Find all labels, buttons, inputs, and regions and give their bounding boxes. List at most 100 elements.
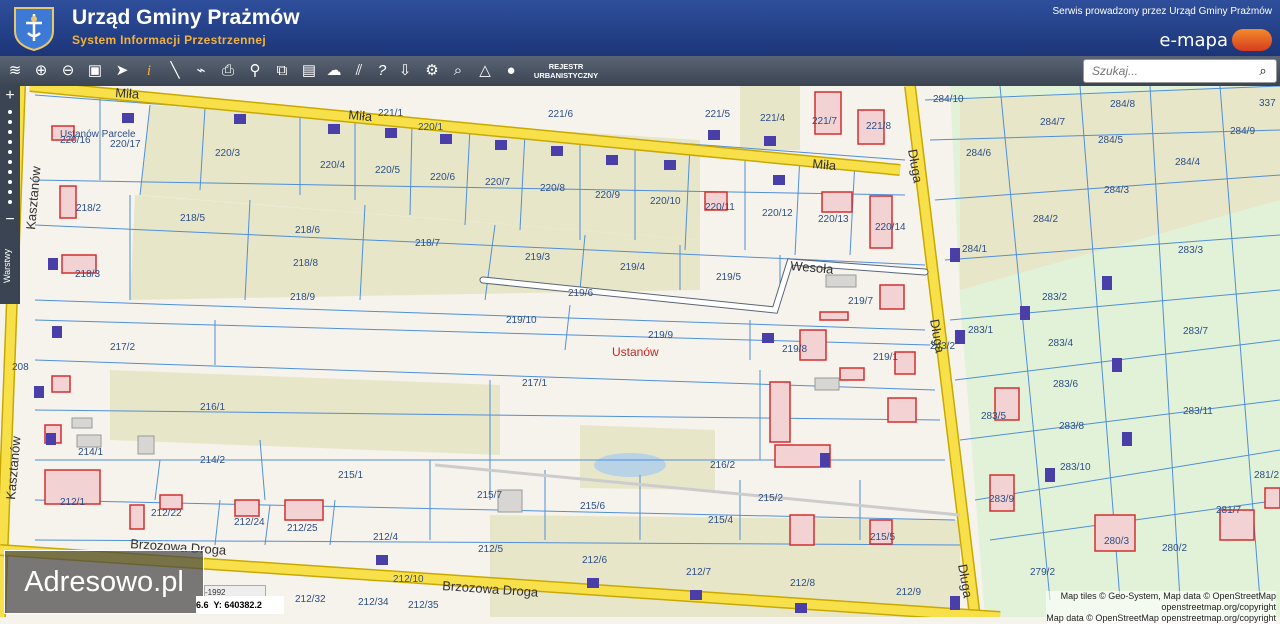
cloud-icon[interactable]: ☁: [323, 60, 345, 82]
pond: [594, 453, 666, 477]
parcel-label: 283/10: [1060, 462, 1091, 473]
layers-icon[interactable]: ≋: [4, 60, 26, 82]
zoom-level-dot[interactable]: [8, 110, 12, 114]
parcel-label: 219/5: [716, 272, 741, 283]
zoom-level-dot[interactable]: [8, 140, 12, 144]
download-icon[interactable]: ⇩: [394, 60, 416, 82]
attribution-line[interactable]: Map tiles © Geo-System, Map data © OpenS…: [1046, 591, 1276, 602]
pin-icon[interactable]: ⚲: [244, 60, 266, 82]
parcel-label: 220/6: [430, 172, 455, 183]
zoom-out-icon[interactable]: ⊖: [57, 60, 79, 82]
zoom-region-icon[interactable]: ⌕: [447, 60, 469, 82]
parcel-label: 221/4: [760, 113, 785, 124]
parcel-label: 284/6: [966, 148, 991, 159]
parcel-label: 243/2: [930, 341, 955, 352]
rejestr-urbanistyczny-button[interactable]: REJESTR URBANISTYCZNY: [530, 62, 602, 80]
parcel-label: 220/9: [595, 190, 620, 201]
parcel-label: 219/6: [568, 288, 593, 299]
zoom-level-dot[interactable]: [8, 180, 12, 184]
brand-name[interactable]: e-mapa: [1159, 30, 1228, 51]
zoom-level-dot[interactable]: [8, 150, 12, 154]
measure-line-icon[interactable]: ╲: [164, 60, 186, 82]
map-attribution: Map tiles © Geo-System, Map data © OpenS…: [1046, 591, 1276, 624]
parcel-label: 280/2: [1162, 543, 1187, 554]
zoom-in-icon[interactable]: ⊕: [30, 60, 52, 82]
info-icon[interactable]: i: [138, 60, 160, 82]
parcel-label: 212/24: [234, 517, 265, 528]
parcel-label: 212/8: [790, 578, 815, 589]
layers-tab[interactable]: Warstwy: [2, 236, 18, 296]
parcel-label: 212/4: [373, 532, 398, 543]
measure-area-icon[interactable]: ⌁: [190, 60, 212, 82]
full-extent-icon[interactable]: ▣: [84, 60, 106, 82]
parcel-label: 280/3: [1104, 536, 1129, 547]
parcel-label: 220/14: [875, 222, 906, 233]
parcel-label: 218/2: [76, 203, 101, 214]
parcel-label: 221/7: [812, 116, 837, 127]
x-coordinate: 6.6: [196, 600, 209, 610]
settings-icon[interactable]: ⚙: [421, 60, 443, 82]
street-label: Miła: [812, 156, 838, 173]
parcel-label: 283/11: [1183, 406, 1213, 417]
parcel-label: 217/1: [522, 378, 547, 389]
parcel-label: 221/5: [705, 109, 730, 120]
zoom-out-button[interactable]: −: [2, 212, 18, 228]
parcel-label: 283/8: [1059, 421, 1084, 432]
hatch-icon[interactable]: ⫽: [348, 60, 370, 82]
warning-icon[interactable]: △: [474, 60, 496, 82]
search-input[interactable]: [1090, 62, 1254, 80]
parcel-label: 283/4: [1048, 338, 1073, 349]
help-icon[interactable]: ?: [371, 60, 393, 82]
user-icon[interactable]: ●: [500, 60, 522, 82]
parcel-label: 212/10: [393, 574, 424, 585]
parcel-label: 212/5: [478, 544, 503, 555]
parcel-label: 281/2: [1254, 470, 1279, 481]
print-icon[interactable]: ⎙: [217, 60, 239, 82]
parcel-label: 212/7: [686, 567, 711, 578]
parcel-label: 216/2: [710, 460, 735, 471]
parcel-label: 284/5: [1098, 135, 1123, 146]
zoom-level-dot[interactable]: [8, 120, 12, 124]
map-svg[interactable]: MiłaMiłaMiła DługaDługaDługaWesołaKasztan…: [0, 86, 1280, 617]
parcel-label: 284/4: [1175, 157, 1200, 168]
municipality-crest-icon: [14, 7, 54, 51]
parcel-label: 220/5: [375, 165, 400, 176]
place-label: Ustanów: [612, 345, 659, 359]
parcel-label: 219/1: [873, 352, 898, 363]
parcel-label: 218/9: [290, 292, 315, 303]
parcel-label: Ustanów Parcele: [60, 129, 136, 140]
parcel-label: 281/7: [1216, 505, 1241, 516]
parcel-label: 284/9: [1230, 126, 1255, 137]
zoom-level-dot[interactable]: [8, 170, 12, 174]
brand-logo-icon[interactable]: [1232, 29, 1272, 51]
parcel-label: 215/1: [338, 470, 363, 481]
attribution-line[interactable]: openstreetmap.org/copyright: [1046, 602, 1276, 613]
page-title: Urząd Gminy Prażmów: [72, 6, 300, 29]
parcel-label: 220/17: [110, 139, 141, 150]
parcel-label: 217/2: [110, 342, 135, 353]
y-coordinate: 640382.2: [224, 600, 262, 610]
zoom-level-dot[interactable]: [8, 200, 12, 204]
pointer-icon[interactable]: ➤: [111, 60, 133, 82]
zoom-level-dot[interactable]: [8, 160, 12, 164]
parcel-label: 284/7: [1040, 117, 1065, 128]
map-canvas[interactable]: Miła Miła Miła Długa Długa Długa Wesoła Kasztan…: [0, 86, 1280, 617]
zoom-in-button[interactable]: +: [2, 88, 18, 104]
attribution-line[interactable]: Map data © OpenStreetMap openstreetmap.o…: [1046, 613, 1276, 624]
street-label: Miła: [115, 86, 141, 102]
parcel-label: 212/35: [408, 600, 439, 611]
select-icon[interactable]: ⧉: [271, 60, 293, 82]
zoom-level-dot[interactable]: [8, 130, 12, 134]
search-box: ⌕: [1083, 59, 1277, 83]
parcel-label: 208: [12, 362, 29, 373]
zoom-level-dot[interactable]: [8, 190, 12, 194]
parcel-label: 221/8: [866, 121, 891, 132]
parcel-label: 219/9: [648, 330, 673, 341]
street-label: Miła: [348, 107, 374, 124]
search-icon[interactable]: ⌕: [1254, 62, 1272, 80]
parcel-label: 284/8: [1110, 99, 1135, 110]
parcel-label: 212/25: [287, 523, 318, 534]
parcel-label: 284/2: [1033, 214, 1058, 225]
parcel-label: 219/4: [620, 262, 645, 273]
split-icon[interactable]: ▤: [298, 60, 320, 82]
